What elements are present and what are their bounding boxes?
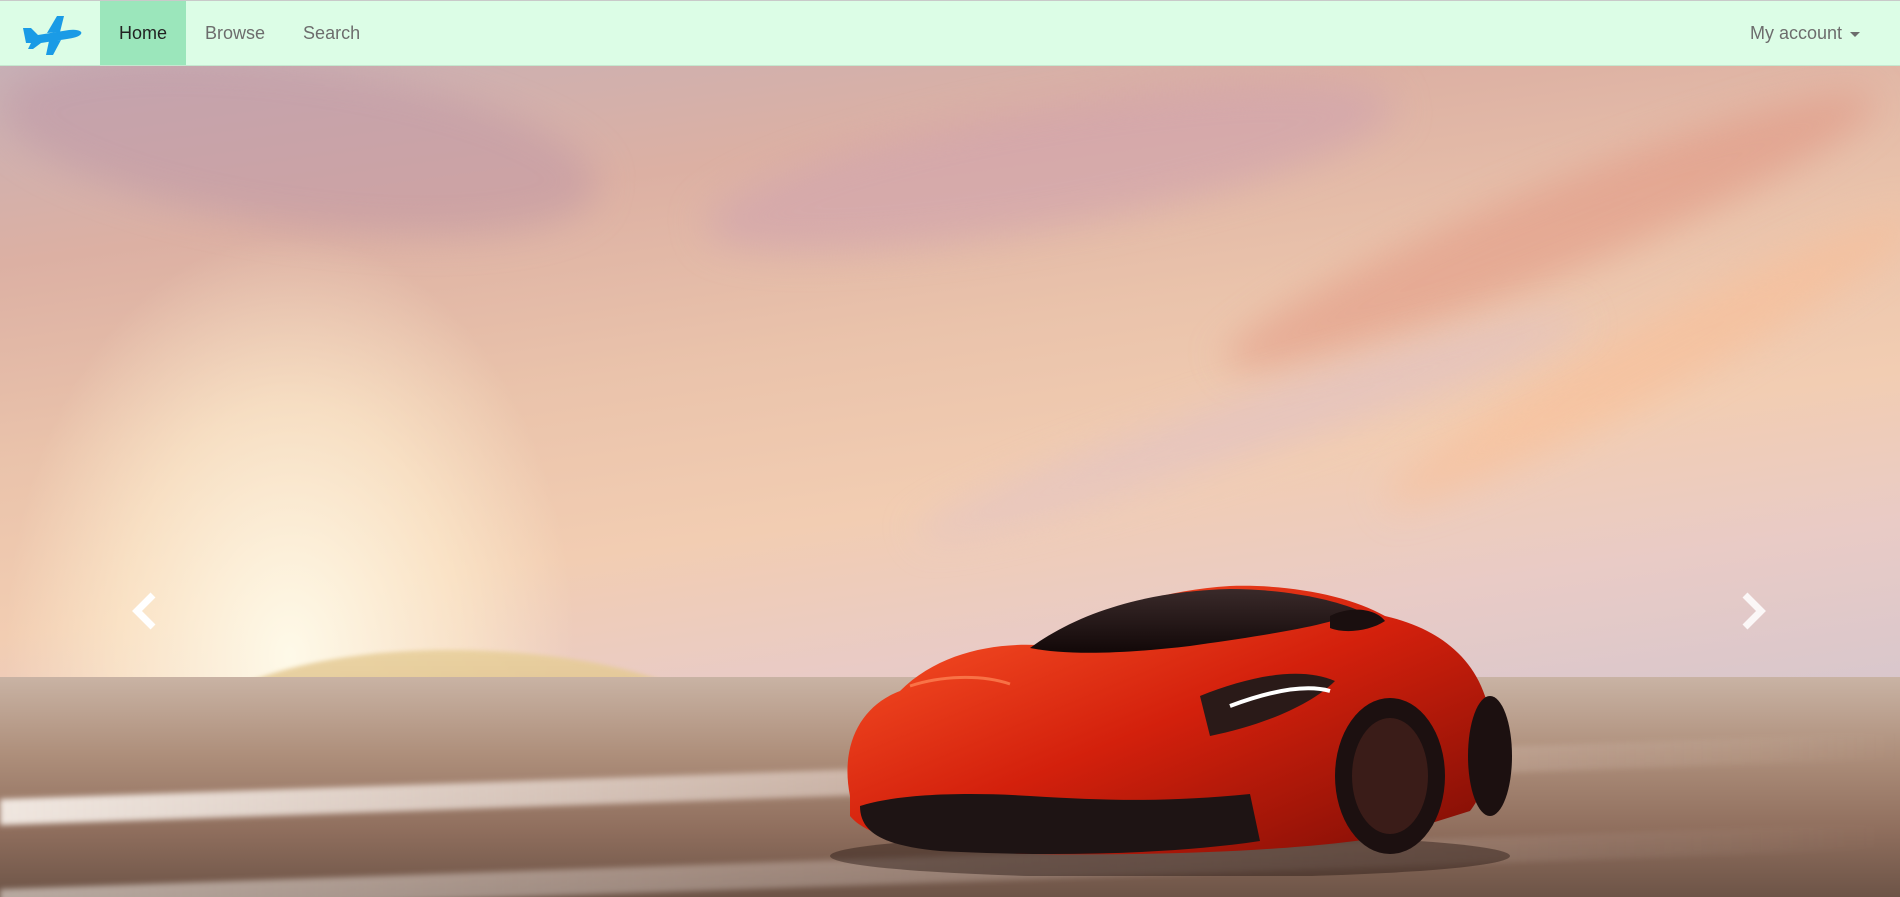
my-account-label: My account [1749,22,1842,43]
chevron-left-icon [132,592,156,630]
sky-cloud [0,66,609,267]
carousel-prev-button[interactable] [116,571,176,651]
brand-logo[interactable] [0,1,100,65]
carousel-next-button[interactable] [1722,571,1782,651]
chevron-right-icon [1742,592,1766,630]
top-navbar: Home Browse Search My account [0,0,1900,66]
caret-down-icon [1850,31,1860,37]
sky-cloud [694,66,1406,286]
my-account-dropdown[interactable]: My account [1750,1,1900,65]
nav-item-home[interactable]: Home [100,1,187,65]
main-nav: Home Browse Search [100,1,379,65]
hero-carousel [0,66,1900,897]
airplane-icon [23,16,82,55]
nav-item-search[interactable]: Search [284,1,379,65]
sports-car-image [830,585,1512,876]
nav-item-browse[interactable]: Browse [186,1,284,65]
